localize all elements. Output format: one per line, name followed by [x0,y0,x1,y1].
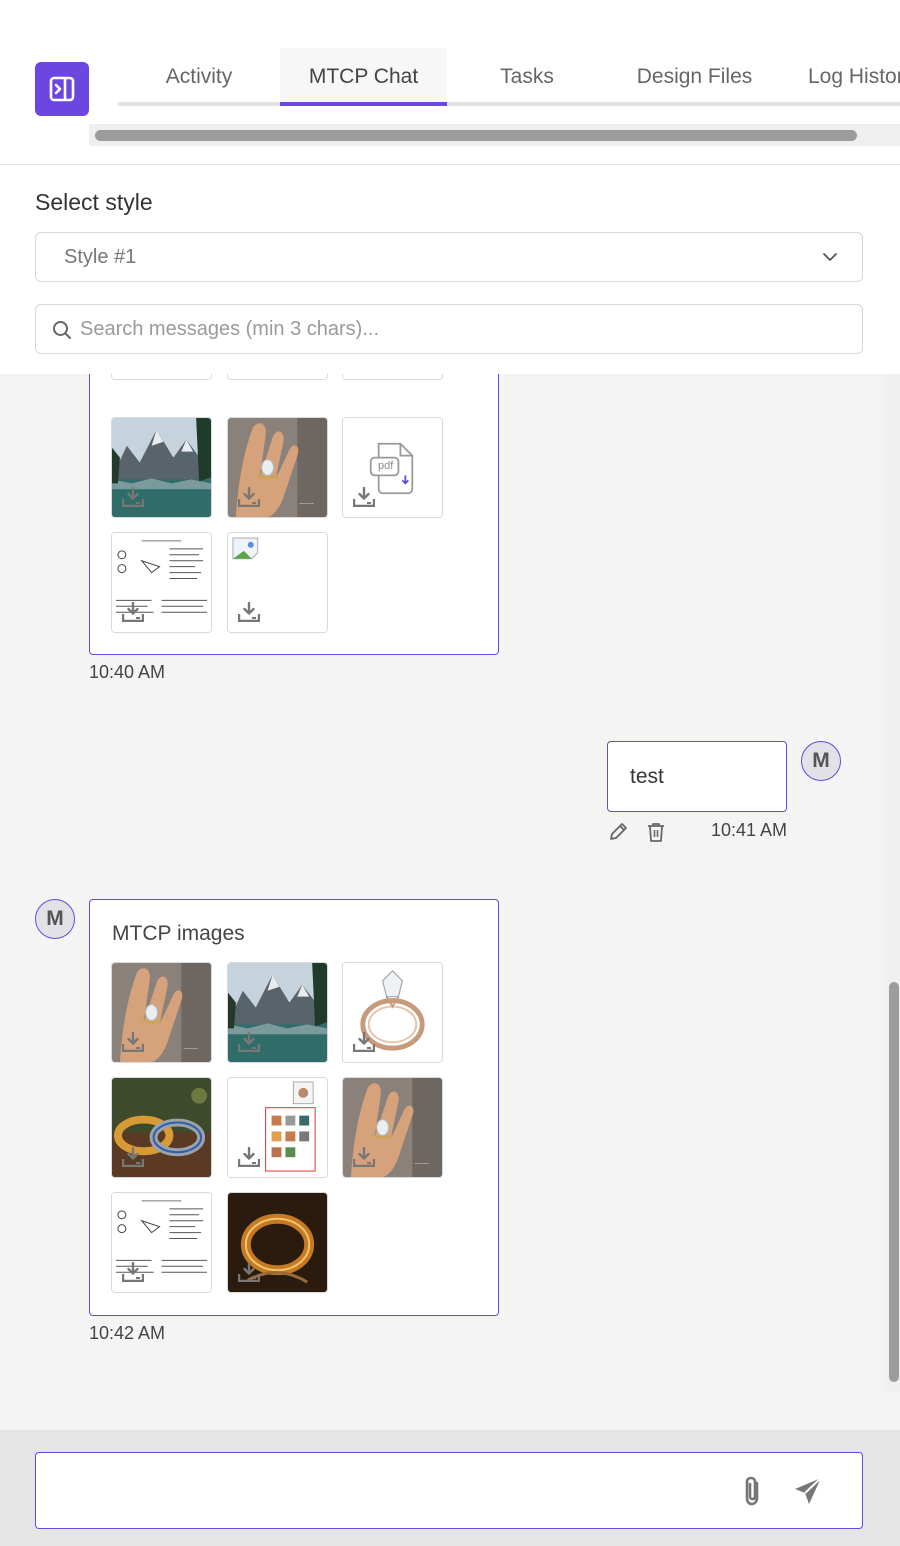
download-icon[interactable] [353,487,375,507]
attachment-thumbnail[interactable] [342,1077,443,1178]
composer-bar [0,1430,900,1546]
message-bubble-sent: test [607,741,787,812]
download-icon[interactable] [238,1147,260,1167]
attachment-thumbnail[interactable] [227,1192,328,1293]
download-icon[interactable] [238,1262,260,1282]
image-preview [112,374,211,379]
image-preview [343,374,442,379]
attachment-thumbnail[interactable] [111,1192,212,1293]
search-box [35,304,863,354]
attachment-thumbnail[interactable] [111,1077,212,1178]
tab-log-history[interactable]: Log History [782,48,900,106]
search-messages-input[interactable] [80,305,850,353]
message-timestamp: 10:42 AM [89,1323,166,1343]
top-header: Activity MTCP Chat Tasks Design Files Lo… [0,0,900,165]
style-select-value: Style #1 [64,246,137,268]
message-timestamp: 10:40 AM [89,662,166,682]
send-icon[interactable] [792,1475,824,1507]
download-icon[interactable] [238,602,260,622]
download-icon[interactable] [353,1032,375,1052]
tab-tasks[interactable]: Tasks [447,48,607,106]
tab-activity[interactable]: Activity [118,48,280,106]
style-select[interactable]: Style #1 [35,232,863,282]
attachment-thumbnail[interactable] [227,374,328,380]
attachment-thumbnail[interactable] [111,417,212,518]
download-icon[interactable] [122,487,144,507]
attachment-thumbnail[interactable] [342,962,443,1063]
attachment-thumbnail[interactable] [111,962,212,1063]
message-input[interactable] [52,1453,732,1528]
attachment-thumbnail[interactable] [111,374,212,380]
chat-vertical-scrollbar[interactable] [884,374,900,1392]
pdf-attachment[interactable]: pdf [342,417,443,518]
attachment-thumbnail[interactable] [342,374,443,380]
message-bubble-received: MTCP images [89,899,499,1316]
paperclip-icon[interactable] [740,1475,766,1507]
chat-messages-area: ~~~~~ [0,374,900,1430]
select-style-label: Select style [35,189,153,215]
chat-filters: Select style Style #1 [0,165,900,374]
attachment-thumbnail[interactable] [227,1077,328,1178]
download-icon[interactable] [353,1147,375,1167]
message-composer [35,1452,863,1529]
image-preview [228,374,327,379]
message-text: MTCP images [112,922,245,945]
attachment-thumbnail[interactable] [227,417,328,518]
trash-icon[interactable] [645,821,667,843]
attachment-thumbnail[interactable] [227,532,328,633]
attachment-thumbnail[interactable] [111,532,212,633]
tab-design-files[interactable]: Design Files [607,48,782,106]
download-icon[interactable] [238,487,260,507]
avatar: M [35,899,75,939]
message-bubble-received: pdf [89,374,499,655]
download-icon[interactable] [122,1262,144,1282]
search-icon [53,321,71,339]
message-timestamp: 10:41 AM [711,820,788,840]
scrollbar-thumb[interactable] [889,982,899,1382]
chevron-down-icon [823,253,837,261]
download-icon[interactable] [122,1032,144,1052]
pdf-label: pdf [378,460,394,472]
panel-collapse-icon [49,76,75,102]
tab-mtcp-chat[interactable]: MTCP Chat [280,48,447,106]
download-icon[interactable] [122,602,144,622]
sidebar-toggle-button[interactable] [35,62,89,116]
edit-icon[interactable] [607,821,629,843]
tabs-horizontal-scrollbar[interactable] [89,124,900,146]
tab-bar: Activity MTCP Chat Tasks Design Files Lo… [118,48,900,106]
message-text: test [630,765,664,788]
download-icon[interactable] [238,1032,260,1052]
scrollbar-thumb[interactable] [95,130,857,141]
attachment-thumbnail[interactable] [227,962,328,1063]
avatar: M [801,741,841,781]
download-icon[interactable] [122,1147,144,1167]
